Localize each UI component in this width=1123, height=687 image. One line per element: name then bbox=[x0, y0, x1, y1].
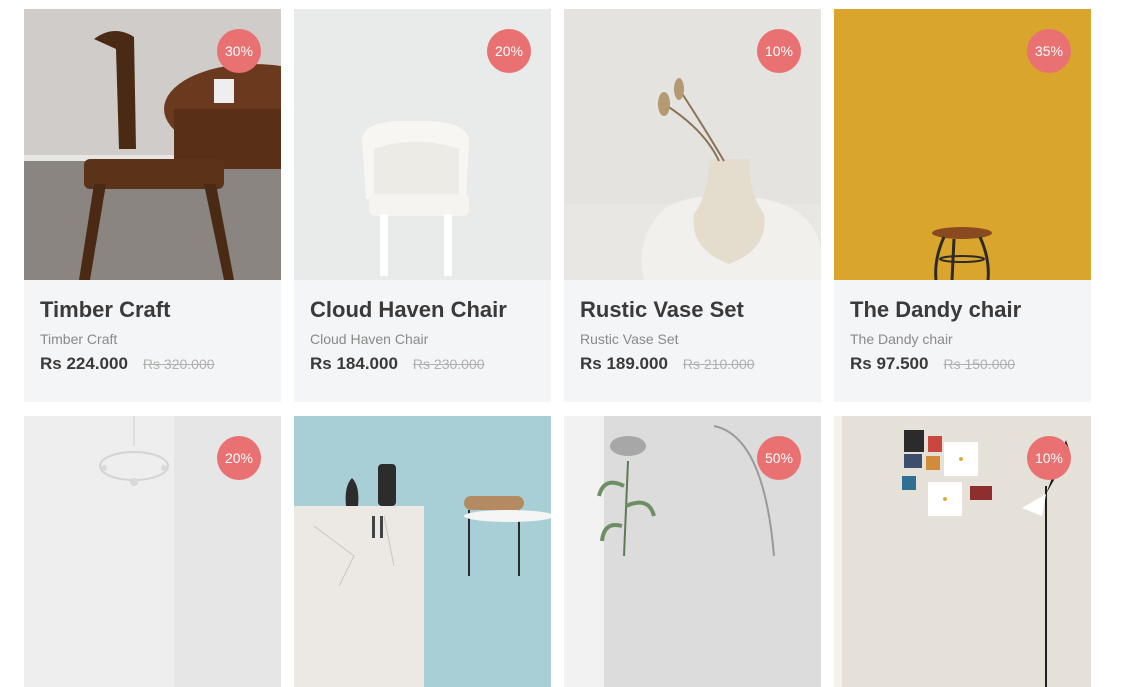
discount-badge: 20% bbox=[487, 29, 531, 73]
product-price: Rs 189.000 bbox=[580, 354, 668, 373]
product-old-price: Rs 320.000 bbox=[142, 356, 215, 372]
product-old-price: Rs 150.000 bbox=[943, 356, 1016, 372]
product-image[interactable]: 30% bbox=[24, 9, 281, 280]
product-card-5[interactable]: 20% bbox=[24, 416, 281, 687]
product-image[interactable]: 20% bbox=[24, 416, 281, 687]
discount-badge: 10% bbox=[1027, 436, 1071, 480]
product-subtitle: Cloud Haven Chair bbox=[310, 331, 429, 347]
product-image[interactable]: 20% bbox=[294, 9, 551, 280]
discount-badge: 20% bbox=[217, 436, 261, 480]
product-title[interactable]: Rustic Vase Set bbox=[580, 297, 805, 323]
product-card-8[interactable]: 10% bbox=[834, 416, 1091, 687]
product-title[interactable]: Cloud Haven Chair bbox=[310, 297, 535, 323]
product-card-cloud-haven-chair[interactable]: 20% Cloud Haven Chair Cloud Haven Chair … bbox=[294, 9, 551, 402]
product-image[interactable]: 10% bbox=[834, 416, 1091, 687]
product-image[interactable]: 10% bbox=[564, 9, 821, 280]
product-card-6[interactable] bbox=[294, 416, 551, 687]
product-old-price: Rs 230.000 bbox=[412, 356, 485, 372]
discount-badge: 35% bbox=[1027, 29, 1071, 73]
product-image[interactable] bbox=[294, 416, 551, 687]
product-old-price: Rs 210.000 bbox=[682, 356, 755, 372]
marble-sideboard-image bbox=[294, 416, 551, 687]
product-subtitle: Timber Craft bbox=[40, 331, 118, 347]
product-title[interactable]: The Dandy chair bbox=[850, 297, 1075, 323]
product-card-7[interactable]: 50% bbox=[564, 416, 821, 687]
discount-badge: 50% bbox=[757, 436, 801, 480]
product-image[interactable]: 35% bbox=[834, 9, 1091, 280]
product-subtitle: Rustic Vase Set bbox=[580, 331, 679, 347]
discount-badge: 10% bbox=[757, 29, 801, 73]
product-card-the-dandy-chair[interactable]: 35% The Dandy chair The Dandy chair Rs 9… bbox=[834, 9, 1091, 402]
product-card-timber-craft[interactable]: 30% Timber Craft Timber Craft Rs 224.000… bbox=[24, 9, 281, 402]
product-price: Rs 184.000 bbox=[310, 354, 398, 373]
product-image[interactable]: 50% bbox=[564, 416, 821, 687]
product-price: Rs 97.500 bbox=[850, 354, 929, 373]
product-price: Rs 224.000 bbox=[40, 354, 128, 373]
product-subtitle: The Dandy chair bbox=[850, 331, 953, 347]
product-card-rustic-vase-set[interactable]: 10% Rustic Vase Set Rustic Vase Set Rs 1… bbox=[564, 9, 821, 402]
product-title[interactable]: Timber Craft bbox=[40, 297, 265, 323]
discount-badge: 30% bbox=[217, 29, 261, 73]
